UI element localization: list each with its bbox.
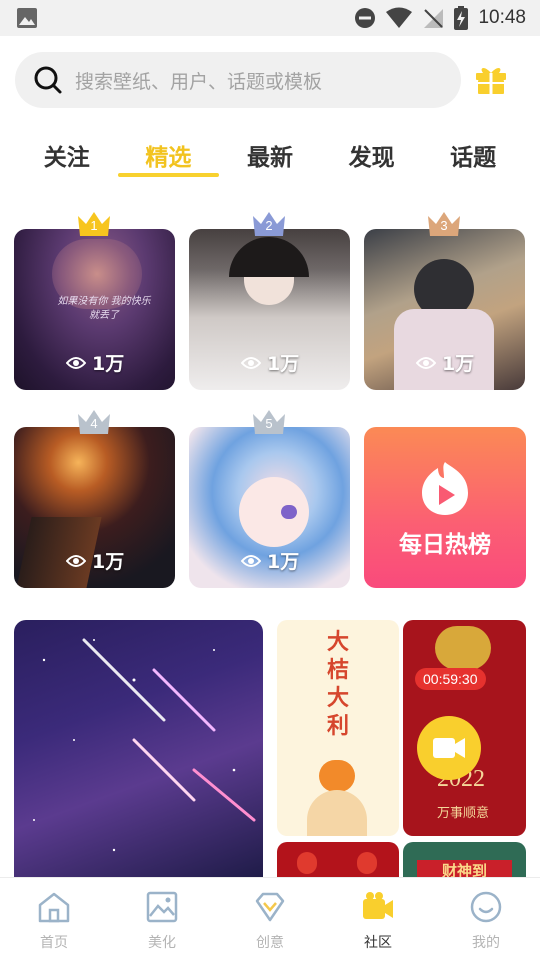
rank-crown-5: 5 xyxy=(251,408,287,436)
nav-community-label: 社区 xyxy=(364,935,392,951)
view-count: 1万 xyxy=(66,349,124,376)
nav-home-label: 首页 xyxy=(40,935,68,951)
ranking-card-4[interactable]: 1万 xyxy=(14,427,175,588)
tab-follow[interactable]: 关注 xyxy=(16,124,118,184)
nav-beautify-label: 美化 xyxy=(148,935,176,951)
tab-featured[interactable]: 精选 xyxy=(117,124,220,184)
view-count-text: 1万 xyxy=(267,551,300,573)
wallpaper-caption: 如果没有你 我的快乐就丢了 xyxy=(57,296,151,321)
calligraphy-char: 大 xyxy=(326,629,349,655)
video-record-button[interactable] xyxy=(417,716,481,780)
nav-home[interactable]: 首页 xyxy=(0,878,108,960)
calligraphy-char: 利 xyxy=(326,713,349,739)
no-signal-icon xyxy=(424,9,444,28)
search-icon xyxy=(34,66,62,94)
page: 10:48 搜索壁纸、用户、话题或模板 关注 精选 最新 发现 话题 如果没有你… xyxy=(0,0,540,960)
nav-profile[interactable]: 我的 xyxy=(432,878,540,960)
view-count: 1万 xyxy=(66,547,124,574)
nav-creative-label: 创意 xyxy=(256,935,284,951)
eye-icon xyxy=(66,554,86,567)
calligraphy-char: 桔 xyxy=(326,657,349,683)
wifi-icon xyxy=(386,7,413,28)
tiger-character-art xyxy=(307,790,367,836)
search-row: 搜索壁纸、用户、话题或模板 xyxy=(0,36,540,124)
feed-card-tangerine[interactable]: 大 桔 大 利 xyxy=(277,620,399,836)
gallery-notification-icon xyxy=(17,8,37,28)
diamond-icon xyxy=(255,892,285,922)
eye-icon xyxy=(416,356,436,369)
nav-profile-label: 我的 xyxy=(472,935,500,951)
ranking-card-1[interactable]: 如果没有你 我的快乐就丢了 1万 xyxy=(14,229,175,390)
countdown-timer: 00:59:30 xyxy=(415,668,486,690)
view-count: 1万 xyxy=(241,547,299,574)
wallpaper-anime-face-art xyxy=(239,477,309,547)
flame-play-icon xyxy=(422,462,468,515)
lantern-art xyxy=(357,852,377,874)
calligraphy-char: 大 xyxy=(326,685,349,711)
community-icon xyxy=(363,892,393,919)
rank-number: 4 xyxy=(90,416,98,431)
rank-number: 3 xyxy=(440,218,448,233)
gold-ingot-art xyxy=(435,626,491,670)
feed-card-god-of-wealth[interactable]: 财神到 xyxy=(403,842,526,882)
daily-hot-list-card[interactable]: 每日热榜 xyxy=(364,427,526,588)
rank-number: 2 xyxy=(265,218,273,233)
battery-charging-icon xyxy=(454,6,469,30)
rank-crown-3: 3 xyxy=(426,210,462,238)
search-placeholder: 搜索壁纸、用户、话题或模板 xyxy=(75,70,323,93)
dnd-icon xyxy=(355,8,376,28)
wallpaper-hair-art xyxy=(229,237,309,277)
meteor-shower-art xyxy=(33,638,256,852)
ranking-card-5[interactable]: 1万 xyxy=(189,427,350,588)
smile-icon xyxy=(470,891,502,923)
bottom-nav: 首页 美化 创意 社区 我的 xyxy=(0,877,540,960)
image-icon xyxy=(146,891,178,923)
view-count: 1万 xyxy=(241,349,299,376)
nav-community[interactable]: 社区 xyxy=(324,878,432,960)
rank-crown-4: 4 xyxy=(76,408,112,436)
tab-latest[interactable]: 最新 xyxy=(219,124,321,184)
rank-number: 1 xyxy=(90,218,98,233)
nav-creative[interactable]: 创意 xyxy=(216,878,324,960)
feed-card-red-lantern[interactable] xyxy=(277,842,399,882)
view-count-text: 1万 xyxy=(92,353,125,375)
feed-card-meteor[interactable] xyxy=(14,620,263,880)
tangerine-art xyxy=(319,760,355,792)
lantern-art xyxy=(297,852,317,874)
video-camera-icon xyxy=(433,738,465,758)
view-count-text: 1万 xyxy=(92,551,125,573)
rank-crown-2: 2 xyxy=(251,210,287,238)
category-tabs: 关注 精选 最新 发现 话题 xyxy=(16,124,524,184)
wallpaper-anime-eye-art xyxy=(281,505,297,519)
tab-discover[interactable]: 发现 xyxy=(321,124,423,184)
view-count: 1万 xyxy=(416,349,474,376)
search-input[interactable]: 搜索壁纸、用户、话题或模板 xyxy=(15,52,461,108)
view-count-text: 1万 xyxy=(267,353,300,375)
rank-number: 5 xyxy=(265,416,273,431)
gift-icon[interactable] xyxy=(474,62,508,96)
eye-icon xyxy=(241,356,261,369)
tab-topics[interactable]: 话题 xyxy=(422,124,524,184)
daily-hot-list-label: 每日热榜 xyxy=(399,532,491,558)
ranking-card-2[interactable]: 1万 xyxy=(189,229,350,390)
tangerine-calligraphy: 大 桔 大 利 xyxy=(323,628,353,740)
status-icons: 10:48 xyxy=(354,6,526,30)
rank-crown-1: 1 xyxy=(76,210,112,238)
status-time: 10:48 xyxy=(478,7,526,28)
home-icon xyxy=(38,892,70,923)
new-year-wish: 万事顺意 xyxy=(437,806,490,821)
nav-beautify[interactable]: 美化 xyxy=(108,878,216,960)
status-bar: 10:48 xyxy=(0,0,540,36)
eye-icon xyxy=(66,356,86,369)
view-count-text: 1万 xyxy=(442,353,475,375)
eye-icon xyxy=(241,554,261,567)
ranking-card-3[interactable]: 1万 xyxy=(364,229,525,390)
